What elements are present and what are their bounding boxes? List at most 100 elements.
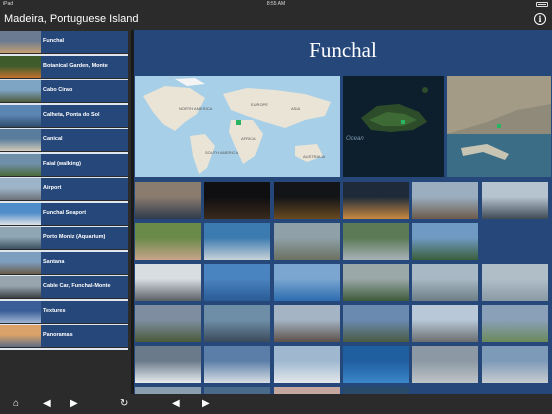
- sidebar-item-label: Panoramas: [43, 332, 73, 338]
- photo-thumbnail[interactable]: [273, 305, 340, 342]
- sidebar-item[interactable]: Funchal: [0, 31, 128, 56]
- sidebar-item-thumbnail: [0, 55, 41, 78]
- photo-thumbnail[interactable]: [481, 305, 548, 342]
- content-forward-icon[interactable]: ▶: [202, 398, 210, 410]
- photo-thumbnail[interactable]: [481, 387, 548, 394]
- world-map[interactable]: NORTH AMERICA EUROPE AFRICA SOUTH AMERIC…: [135, 76, 340, 177]
- sidebar-item-label: Faial (walking): [43, 160, 81, 167]
- sidebar-item-label: Airport: [43, 185, 62, 191]
- photo-thumbnail[interactable]: [204, 305, 271, 342]
- world-map-graphic: [143, 78, 331, 174]
- status-bar: iPad 8:55 AM: [0, 0, 552, 9]
- refresh-icon[interactable]: ↻: [120, 398, 128, 410]
- map-label-africa: AFRICA: [241, 136, 256, 141]
- sidebar-item-label: Canical: [43, 136, 63, 142]
- sidebar-item[interactable]: Canical: [0, 129, 128, 154]
- photo-thumbnail[interactable]: [135, 305, 201, 342]
- sidebar-item-label: Cabo Cirao: [43, 87, 73, 93]
- photo-thumbnail[interactable]: [273, 264, 340, 301]
- photo-thumbnail[interactable]: [342, 305, 409, 342]
- sidebar-item-thumbnail: [0, 251, 41, 274]
- photo-thumbnail[interactable]: [342, 223, 409, 260]
- photo-thumbnail[interactable]: [273, 387, 340, 394]
- sidebar-item-thumbnail: [0, 104, 41, 127]
- sidebar-item-thumbnail: [0, 153, 41, 176]
- page-title: Funchal: [309, 38, 377, 62]
- photo-thumbnail[interactable]: [412, 346, 479, 383]
- sidebar-item[interactable]: Calheta, Ponta do Sol: [0, 104, 128, 130]
- photo-thumbnail[interactable]: [342, 346, 409, 383]
- title-bar: Madeira, Portuguese Island i: [0, 9, 552, 30]
- photo-thumbnail[interactable]: [204, 182, 271, 219]
- sidebar-item[interactable]: Cabo Cirao: [0, 80, 128, 105]
- photo-thumbnail[interactable]: [273, 223, 340, 260]
- sidebar-item[interactable]: Faial (walking): [0, 153, 128, 179]
- sidebar-item-label: Textures: [43, 307, 66, 314]
- sidebar-item-thumbnail: [0, 80, 41, 102]
- photo-thumbnail[interactable]: [204, 264, 271, 301]
- photo-thumbnail[interactable]: [342, 264, 409, 301]
- content-back-icon[interactable]: ◀: [172, 398, 180, 410]
- ocean-label: Ocean: [346, 136, 364, 142]
- sidebar-item-label: Porto Moniz (Aquarium): [43, 234, 106, 240]
- sidebar-item-thumbnail: [0, 202, 41, 225]
- photo-thumbnail[interactable]: [135, 182, 201, 219]
- sidebar-item-label: Botanical Garden, Monte: [43, 62, 108, 69]
- photo-thumbnail[interactable]: [273, 182, 340, 219]
- sidebar-item[interactable]: Porto Moniz (Aquarium): [0, 227, 128, 252]
- sidebar-item-thumbnail: [0, 227, 41, 249]
- sidebar-item[interactable]: Cable Car, Funchal-Monte: [0, 276, 128, 301]
- app-title: Madeira, Portuguese Island: [4, 13, 139, 25]
- photo-thumbnail[interactable]: [481, 223, 548, 260]
- sidebar-item[interactable]: Santana: [0, 251, 128, 277]
- harbor-map[interactable]: [447, 76, 551, 177]
- sidebar-item-label: Funchal: [43, 38, 65, 44]
- photo-thumbnail[interactable]: [342, 182, 409, 219]
- photo-thumbnail[interactable]: [481, 264, 548, 301]
- map-label-south-america: SOUTH AMERICA: [205, 150, 239, 155]
- sidebar-item-thumbnail: [0, 325, 41, 347]
- photo-thumbnail[interactable]: [204, 346, 271, 383]
- photo-thumbnail[interactable]: [412, 387, 479, 394]
- map-label-europe: EUROPE: [251, 102, 268, 107]
- sidebar-item-label: Cable Car, Funchal-Monte: [43, 283, 111, 289]
- content-panel: Funchal NORTH AMERICA EUROPE AFRICA SOUT…: [134, 30, 552, 394]
- map-label-australia: AUSTRALIA: [303, 154, 326, 159]
- photo-thumbnail[interactable]: [204, 223, 271, 260]
- sidebar-item-label: Santana: [43, 258, 65, 265]
- sidebar-item-thumbnail: [0, 276, 41, 298]
- satellite-map[interactable]: Ocean: [343, 76, 444, 177]
- forward-icon[interactable]: ▶: [70, 398, 78, 410]
- sidebar-item[interactable]: Textures: [0, 300, 128, 326]
- info-icon[interactable]: i: [534, 13, 546, 25]
- sidebar-item[interactable]: Funchal Seaport: [0, 202, 128, 228]
- photo-thumbnail[interactable]: [412, 305, 479, 342]
- sidebar-item[interactable]: Botanical Garden, Monte: [0, 55, 128, 81]
- sidebar-item-thumbnail: [0, 178, 41, 200]
- photo-thumbnail[interactable]: [135, 223, 201, 260]
- battery-icon: [536, 2, 548, 7]
- photo-thumbnail[interactable]: [135, 346, 201, 383]
- harbor-map-graphic: [447, 76, 551, 177]
- sidebar-item-label: Funchal Seaport: [43, 209, 87, 216]
- sidebar-item-thumbnail: [0, 300, 41, 323]
- photo-thumbnail[interactable]: [412, 264, 479, 301]
- sidebar-item[interactable]: Airport: [0, 178, 128, 203]
- photo-thumbnail[interactable]: [342, 387, 409, 394]
- photo-thumbnail[interactable]: [273, 346, 340, 383]
- satellite-map-graphic: [361, 87, 428, 132]
- photo-thumbnail[interactable]: [204, 387, 271, 394]
- home-icon[interactable]: ⌂: [13, 398, 19, 410]
- sidebar-item-label: Calheta, Ponta do Sol: [43, 111, 100, 118]
- photo-thumbnail[interactable]: [412, 182, 479, 219]
- sidebar-item[interactable]: Panoramas: [0, 325, 128, 350]
- photo-thumbnail[interactable]: [481, 182, 548, 219]
- photo-thumbnail[interactable]: [135, 264, 201, 301]
- photo-thumbnail[interactable]: [412, 223, 479, 260]
- photo-thumbnail[interactable]: [135, 387, 201, 394]
- photo-thumbnail[interactable]: [481, 346, 548, 383]
- back-icon[interactable]: ◀: [43, 398, 51, 410]
- map-label-north-america: NORTH AMERICA: [179, 106, 213, 111]
- sidebar: Funchal Botanical Garden, Monte Cabo Cirao…: [0, 30, 131, 394]
- bottom-toolbar: ⌂ ◀ ▶ ↻ ◀ ▶: [0, 394, 552, 414]
